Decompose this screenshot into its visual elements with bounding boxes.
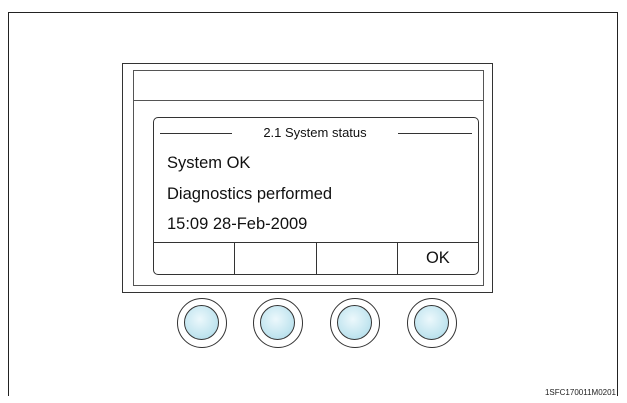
figure-reference: 1SFC170011M0201	[544, 388, 616, 397]
softkey-2[interactable]	[235, 243, 317, 274]
status-line-system: System OK	[167, 154, 251, 172]
title-rule-left	[160, 133, 232, 134]
status-line-timestamp: 15:09 28-Feb-2009	[167, 215, 308, 233]
knob-3-rotary-knob-icon[interactable]	[330, 298, 380, 348]
status-line-diagnostics: Diagnostics performed	[167, 185, 333, 203]
knob-4-cap	[414, 305, 449, 340]
knob-3-cap	[337, 305, 372, 340]
screen-header: 2.1 System status	[160, 125, 472, 141]
knob-2-cap	[260, 305, 295, 340]
knob-1-cap	[184, 305, 219, 340]
screen-title: 2.1 System status	[263, 125, 367, 140]
title-rule-right	[398, 133, 472, 134]
knob-1-rotary-knob-icon[interactable]	[177, 298, 227, 348]
softkey-3[interactable]	[317, 243, 398, 274]
knob-4-rotary-knob-icon[interactable]	[407, 298, 457, 348]
softkey-1[interactable]	[154, 243, 236, 274]
softkey-ok[interactable]: OK	[398, 243, 478, 274]
knob-2-rotary-knob-icon[interactable]	[253, 298, 303, 348]
softkey-bar: OK	[154, 242, 478, 274]
bezel-divider	[133, 100, 484, 101]
